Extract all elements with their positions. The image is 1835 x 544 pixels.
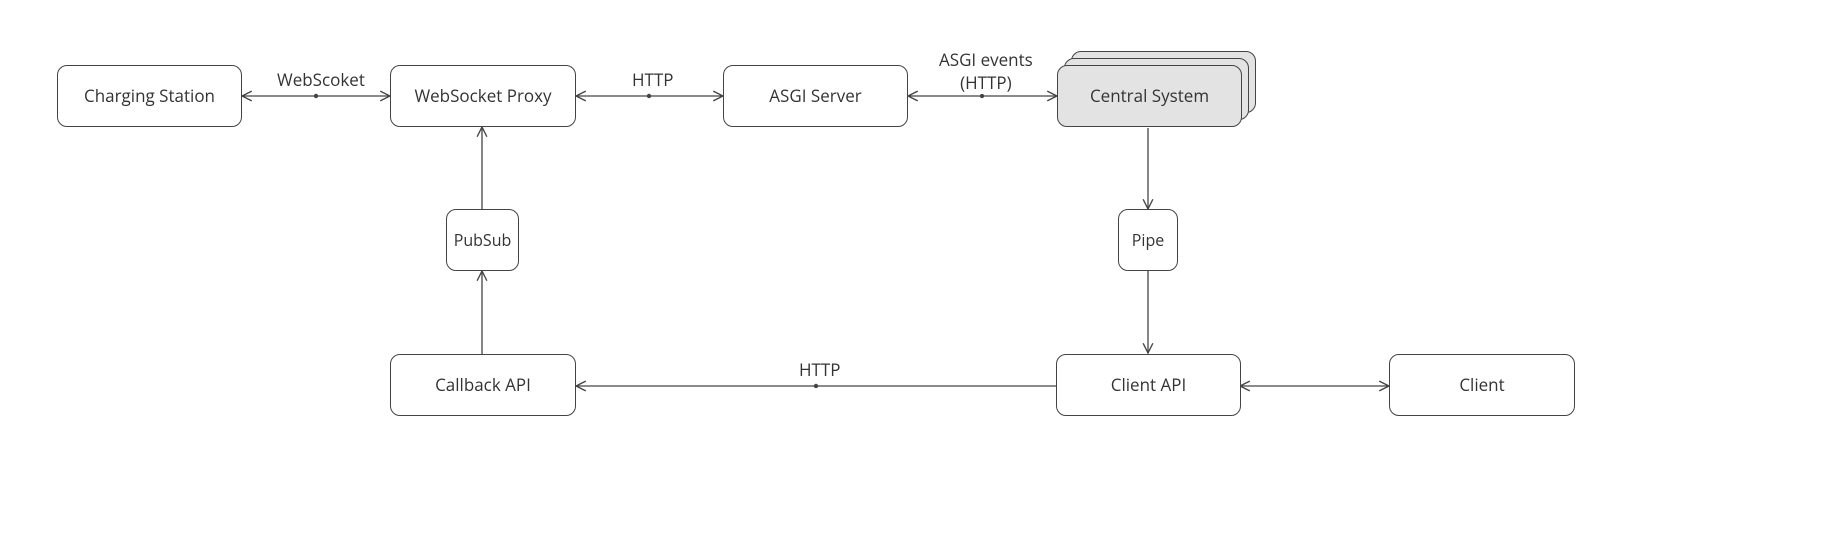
edge-label-asgi-central: ASGI events (HTTP) xyxy=(937,48,1035,94)
edge-label-websocket: WebScoket xyxy=(275,68,367,91)
edge-label-wsproxy-asgi: HTTP xyxy=(630,68,676,91)
node-central-system: Central System xyxy=(1057,65,1242,127)
node-pipe: Pipe xyxy=(1118,209,1178,271)
node-websocket-proxy: WebSocket Proxy xyxy=(390,65,576,127)
node-asgi-server: ASGI Server xyxy=(723,65,908,127)
edge-dot xyxy=(314,94,318,98)
edge-label-callback-client: HTTP xyxy=(797,358,843,381)
node-callback-api: Callback API xyxy=(390,354,576,416)
node-client: Client xyxy=(1389,354,1575,416)
node-pubsub: PubSub xyxy=(446,209,519,271)
node-client-api: Client API xyxy=(1056,354,1241,416)
architecture-diagram: Charging Station WebSocket Proxy ASGI Se… xyxy=(0,0,1835,544)
edge-dot xyxy=(980,94,984,98)
edge-dot xyxy=(647,94,651,98)
node-charging-station: Charging Station xyxy=(57,65,242,127)
edge-dot xyxy=(814,384,818,388)
